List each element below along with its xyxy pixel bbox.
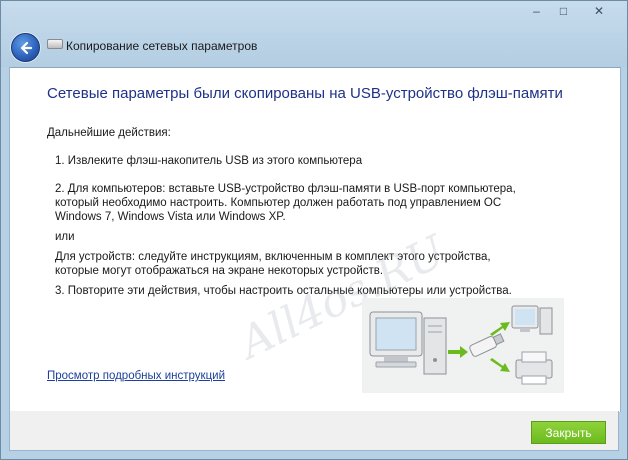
footer-bar: Закрыть — [9, 411, 619, 451]
step-1: 1. Извлеките флэш-накопитель USB из этог… — [55, 155, 363, 167]
next-steps-label: Дальнейшие действия: — [47, 127, 171, 139]
wizard-icon — [47, 39, 63, 49]
small-monitor-icon — [511, 305, 553, 335]
step-2-line-2: который необходимо настроить. Компьютер … — [55, 197, 502, 209]
or-label: или — [55, 231, 75, 243]
back-arrow-icon — [20, 41, 32, 54]
wizard-title: Копирование сетевых параметров — [66, 39, 258, 53]
content-area: Сетевые параметры были скопированы на US… — [9, 67, 621, 412]
green-arrow-icon — [448, 346, 468, 358]
monitor-icon — [369, 311, 423, 368]
usb-transfer-illustration — [362, 298, 564, 393]
window-frame: – □ ✕ Копирование сетевых параметров — [1, 1, 627, 67]
step-2-line-3: Windows 7, Windows Vista или Windows XP. — [55, 211, 286, 223]
page-heading: Сетевые параметры были скопированы на US… — [47, 85, 563, 102]
minimize-button[interactable]: – — [523, 1, 550, 21]
green-arrow-icon — [490, 358, 510, 372]
back-button[interactable] — [11, 33, 40, 62]
computer-tower-icon — [423, 317, 447, 375]
step-2-line-1: 2. Для компьютеров: вставьте USB-устройс… — [55, 183, 516, 195]
caption-buttons: – □ ✕ — [523, 1, 621, 23]
usb-stick-icon — [469, 333, 505, 357]
close-window-button[interactable]: ✕ — [577, 1, 621, 21]
close-button[interactable]: Закрыть — [531, 421, 606, 444]
detailed-instructions-link[interactable]: Просмотр подробных инструкций — [47, 370, 225, 382]
wizard-window: – □ ✕ Копирование сетевых параметров Сет… — [0, 0, 628, 460]
printer-icon — [515, 351, 553, 385]
maximize-button[interactable]: □ — [550, 1, 577, 21]
